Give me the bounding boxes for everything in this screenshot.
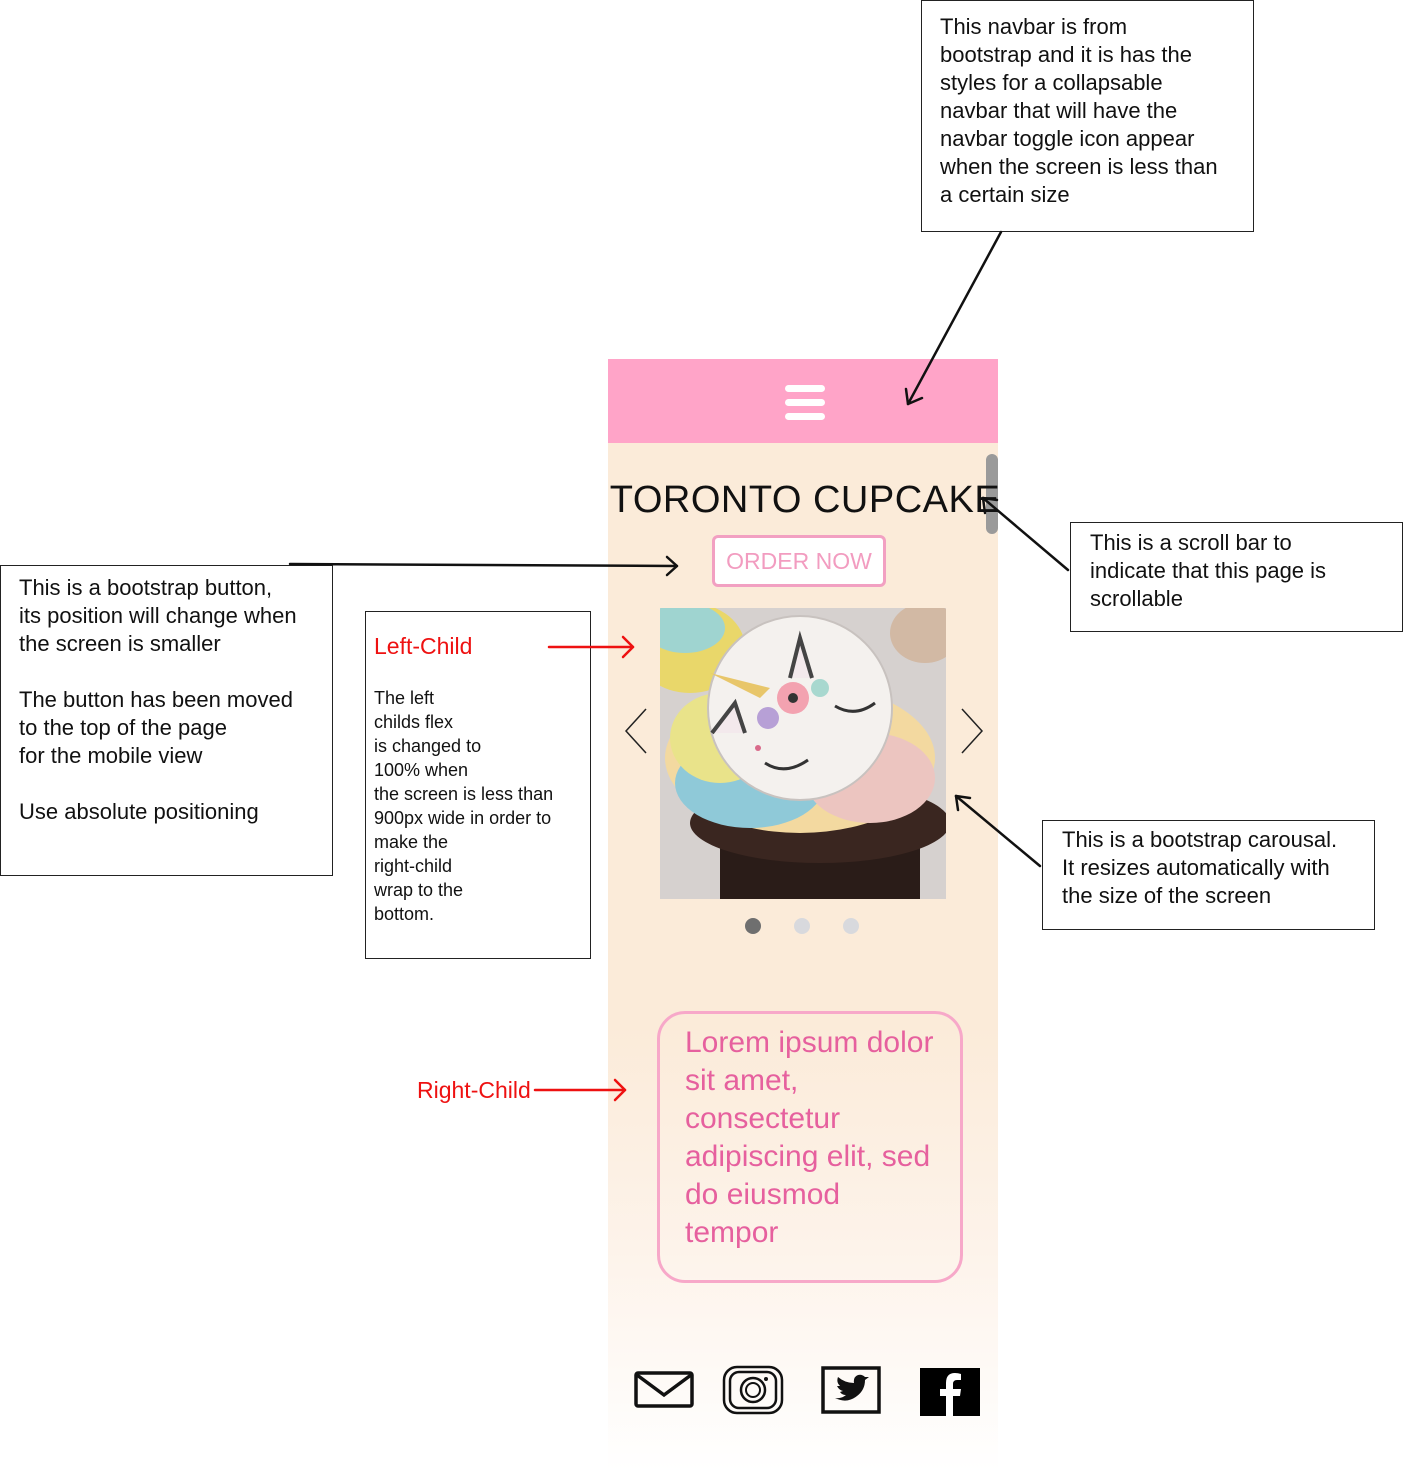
navbar <box>608 359 998 443</box>
page-title: TORONTO CUPCAKE <box>609 479 998 521</box>
carousel-indicator-2[interactable] <box>794 918 810 934</box>
navbar-annotation: This navbar is from bootstrap and it is … <box>921 0 1254 232</box>
carousel-indicator-3[interactable] <box>843 918 859 934</box>
scrollbar-annotation: This is a scroll bar to indicate that th… <box>1070 522 1403 632</box>
order-now-button[interactable]: ORDER NOW <box>712 535 886 587</box>
chevron-right-icon[interactable] <box>956 706 986 756</box>
instagram-icon[interactable] <box>722 1365 784 1415</box>
button-annotation: This is a bootstrap button, its position… <box>0 565 333 876</box>
carousel-indicator-1[interactable] <box>745 918 761 934</box>
right-child-text-box: Lorem ipsum dolor sit amet, consectetur … <box>657 1011 963 1283</box>
facebook-icon[interactable] <box>920 1368 982 1418</box>
left-child-body: The left childs flex is changed to 100% … <box>374 688 554 924</box>
carousel-annotation: This is a bootstrap carousal. It resizes… <box>1042 820 1375 930</box>
mail-icon[interactable] <box>634 1371 696 1421</box>
carousel-image <box>660 608 946 899</box>
twitter-icon[interactable] <box>821 1366 883 1416</box>
lorem-text: Lorem ipsum dolor sit amet, consectetur … <box>685 1026 934 1249</box>
mobile-page: TORONTO CUPCAKE ORDER NOW Lorem ipsum do… <box>608 359 998 1471</box>
left-child-title: Left-Child <box>374 633 473 659</box>
right-child-label: Right-Child <box>417 1077 531 1103</box>
hamburger-menu-icon[interactable] <box>785 385 825 421</box>
chevron-left-icon[interactable] <box>622 706 652 756</box>
left-child-annotation: Left-Child The left childs flex is chang… <box>365 611 591 959</box>
